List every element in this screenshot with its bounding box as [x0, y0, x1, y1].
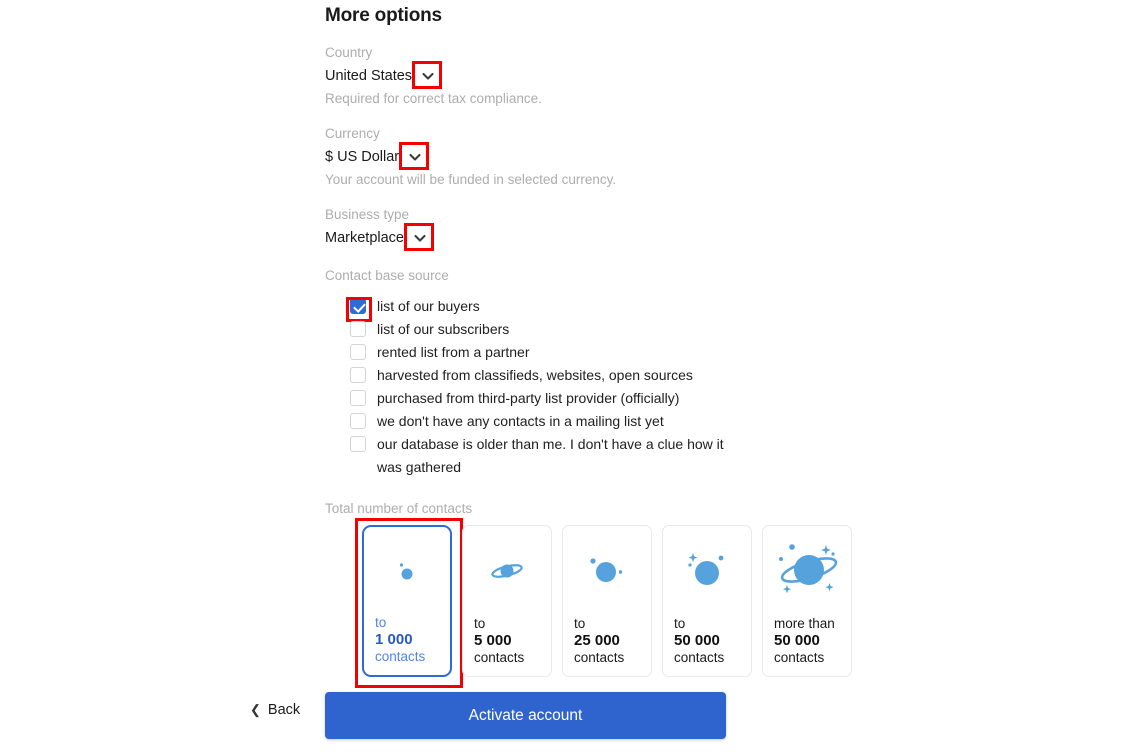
country-value: United States	[325, 68, 413, 84]
contact-base-source-label: Contact base source	[325, 268, 449, 283]
business-type-label: Business type	[325, 207, 410, 222]
contact-base-source-list: list of our buyers list of our subscriber…	[346, 295, 865, 479]
checkbox-icon[interactable]	[350, 390, 366, 406]
card-suffix: contacts	[574, 650, 625, 665]
card-prefix: to	[375, 615, 387, 630]
currency-value: $ US Dollar	[325, 149, 400, 165]
checkbox-checked-icon[interactable]	[346, 297, 372, 322]
card-prefix: to	[574, 616, 586, 631]
card-text: to 25 000 contacts	[574, 615, 640, 666]
form-column: More options Country United States Requi…	[325, 0, 865, 688]
back-button-label: Back	[267, 702, 301, 718]
signup-more-options-page: More options Country United States Requi…	[0, 0, 1122, 755]
contact-source-option[interactable]: harvested from classifieds, websites, op…	[350, 364, 865, 387]
total-contacts-label: Total number of contacts	[325, 501, 473, 516]
card-prefix: to	[674, 616, 686, 631]
back-button[interactable]: ❮ Back	[246, 696, 304, 724]
country-hint: Required for correct tax compliance.	[325, 91, 542, 106]
checkbox-icon[interactable]	[350, 344, 366, 360]
card-suffix: contacts	[774, 650, 825, 665]
contact-source-option[interactable]: list of our buyers	[346, 295, 865, 322]
planet-with-sparkles-icon	[688, 553, 724, 585]
card-number: 50 000	[774, 632, 820, 649]
contact-source-option-label: we don't have any contacts in a mailing …	[377, 413, 664, 429]
business-type-chevron-wrap[interactable]	[403, 223, 434, 251]
card-icon-wrap	[763, 534, 851, 606]
country-select[interactable]: United States	[325, 61, 865, 89]
contact-source-option-label: rented list from a partner	[377, 344, 530, 360]
card-suffix: contacts	[674, 650, 725, 665]
tiny-planet-icon	[399, 563, 413, 580]
currency-label: Currency	[325, 126, 380, 141]
currency-hint: Your account will be funded in selected …	[325, 172, 617, 187]
currency-chevron-wrap[interactable]	[399, 142, 430, 170]
card-icon-wrap	[563, 534, 651, 606]
form-footer: ❮ Back Activate account	[0, 692, 1122, 747]
card-number: 25 000	[574, 632, 620, 649]
total-contacts-cards: to 1 000 contacts to 5 000 contacts to 25 000 co…	[355, 518, 865, 688]
card-prefix: more than	[774, 616, 835, 631]
contact-count-card[interactable]: to 5 000 contacts	[462, 525, 552, 677]
contact-source-option-label: our database is older than me. I don't h…	[377, 436, 724, 475]
contact-source-option-label: list of our buyers	[377, 298, 480, 314]
contact-source-option[interactable]: rented list from a partner	[350, 341, 865, 364]
checkbox-icon[interactable]	[350, 436, 366, 452]
chevron-left-icon: ❮	[250, 702, 261, 717]
currency-select[interactable]: $ US Dollar	[325, 142, 865, 170]
card-icon-wrap	[663, 534, 751, 606]
card-suffix: contacts	[474, 650, 525, 665]
contact-source-option[interactable]: purchased from third-party list provider…	[350, 387, 865, 410]
checkbox-icon[interactable]	[350, 321, 366, 337]
country-label: Country	[325, 45, 373, 60]
contact-count-card[interactable]: more than 50 000 contacts	[762, 525, 852, 677]
contact-source-option-label: harvested from classifieds, websites, op…	[377, 367, 693, 383]
small-saturn-icon	[491, 564, 523, 578]
card-suffix: contacts	[375, 649, 426, 664]
planet-with-moons-icon	[590, 558, 623, 582]
card-icon-wrap	[463, 534, 551, 606]
card-text: more than 50 000 contacts	[774, 615, 840, 666]
contact-count-card[interactable]: to 25 000 contacts	[562, 525, 652, 677]
contact-count-card[interactable]: to 50 000 contacts	[662, 525, 752, 677]
card-number: 5 000	[474, 632, 512, 649]
checkbox-icon[interactable]	[350, 367, 366, 383]
chevron-down-icon	[414, 234, 426, 242]
chevron-down-icon	[422, 72, 434, 80]
chevron-down-icon	[409, 153, 421, 161]
card-prefix: to	[474, 616, 486, 631]
card-icon-wrap	[364, 535, 450, 607]
contact-count-card[interactable]: to 1 000 contacts	[355, 518, 463, 688]
business-type-value: Marketplace	[325, 230, 404, 246]
card-number: 1 000	[375, 631, 413, 648]
contact-source-option[interactable]: our database is older than me. I don't h…	[350, 433, 865, 479]
card-text: to 1 000 contacts	[375, 614, 439, 665]
activate-account-button[interactable]: Activate account	[325, 692, 726, 739]
business-type-select[interactable]: Marketplace	[325, 223, 865, 251]
country-chevron-wrap[interactable]	[412, 61, 443, 89]
card-number: 50 000	[674, 632, 720, 649]
contact-source-option-label: purchased from third-party list provider…	[377, 390, 680, 406]
contact-source-option-label: list of our subscribers	[377, 321, 510, 337]
checkbox-icon[interactable]	[350, 413, 366, 429]
page-title: More options	[325, 5, 442, 26]
card-text: to 5 000 contacts	[474, 615, 540, 666]
contact-source-option[interactable]: we don't have any contacts in a mailing …	[350, 410, 865, 433]
large-saturn-icon	[779, 544, 838, 594]
card-text: to 50 000 contacts	[674, 615, 740, 666]
contact-source-option[interactable]: list of our subscribers	[350, 318, 865, 341]
